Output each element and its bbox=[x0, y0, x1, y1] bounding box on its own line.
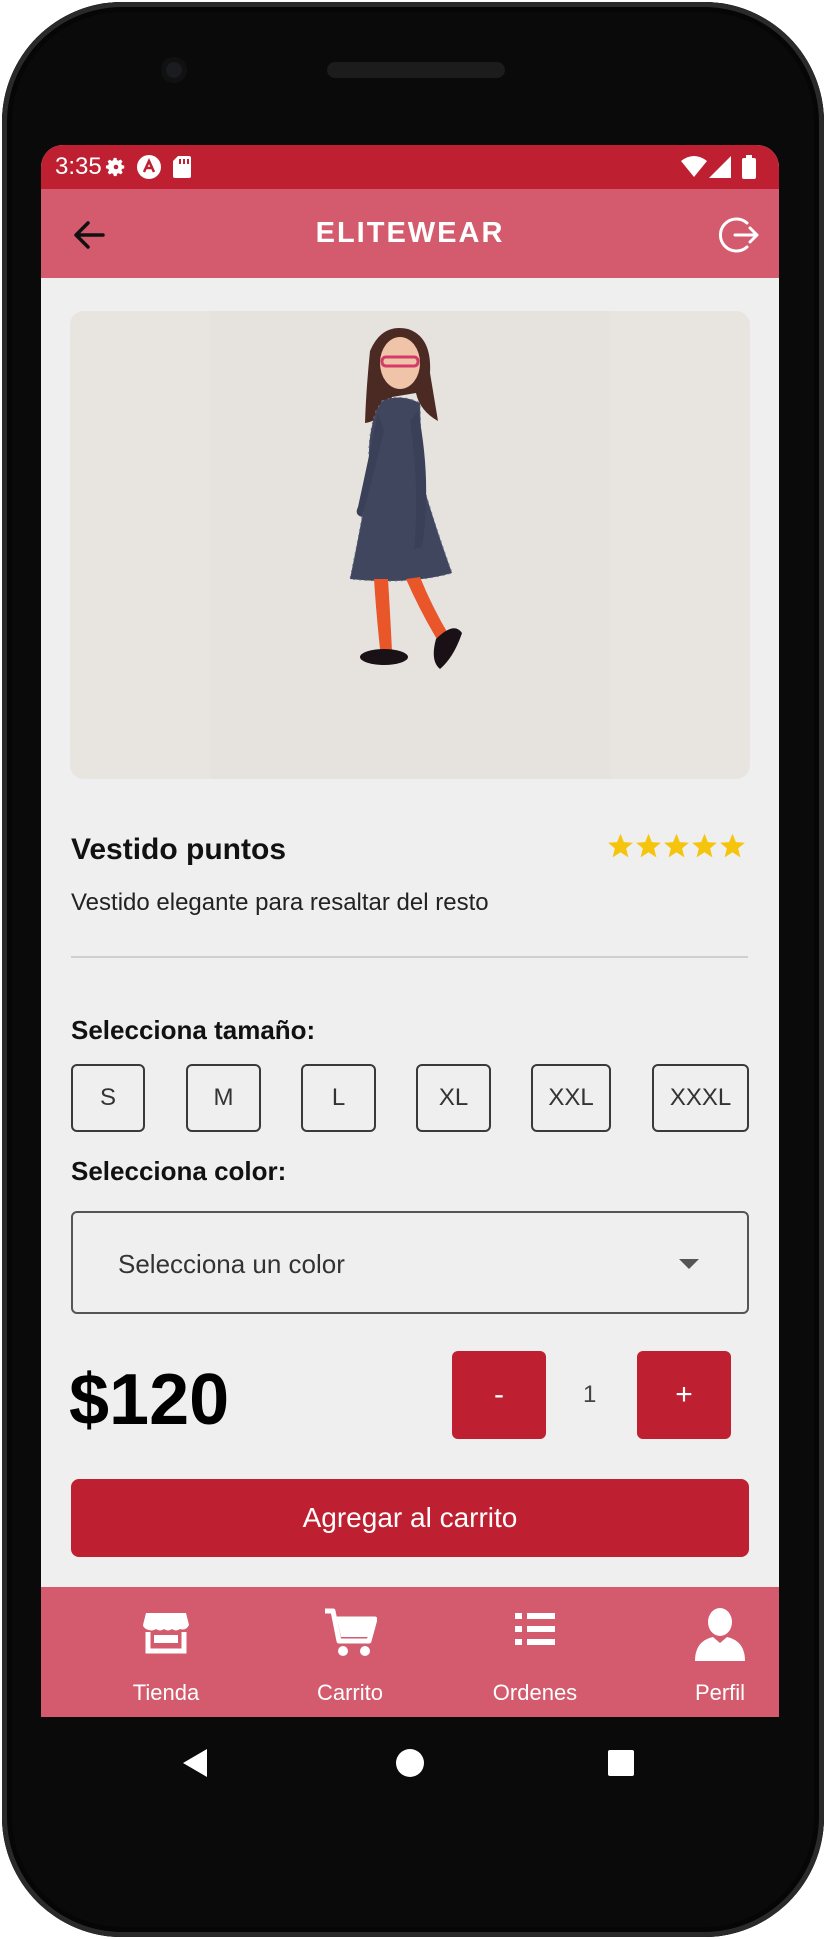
size-option-l[interactable]: L bbox=[301, 1064, 376, 1132]
home-circle-icon[interactable] bbox=[395, 1748, 425, 1778]
bottom-navigation: Tienda Carrito Ordenes Perfil bbox=[41, 1587, 779, 1717]
color-select[interactable]: Selecciona un color bbox=[71, 1211, 749, 1314]
person-icon bbox=[695, 1608, 745, 1661]
quantity-value: 1 bbox=[583, 1381, 597, 1408]
list-icon bbox=[515, 1613, 555, 1645]
app-notification-icon bbox=[135, 154, 163, 180]
system-navigation-bar bbox=[0, 1717, 826, 1817]
nav-item-ordenes[interactable]: Ordenes bbox=[460, 1587, 610, 1717]
increase-quantity-button[interactable]: + bbox=[637, 1351, 731, 1439]
star-icon bbox=[608, 833, 633, 858]
star-icon bbox=[720, 833, 745, 858]
battery-icon bbox=[741, 154, 757, 180]
nav-label-ordenes: Ordenes bbox=[492, 1680, 578, 1705]
rating-stars bbox=[607, 832, 747, 862]
signal-icon bbox=[709, 154, 731, 180]
earpiece-speaker bbox=[327, 62, 505, 78]
app-bar: ELITEWEAR bbox=[41, 189, 779, 278]
star-icon bbox=[664, 833, 689, 858]
decrease-quantity-button[interactable]: - bbox=[452, 1351, 546, 1439]
wifi-icon bbox=[681, 154, 707, 180]
size-option-xl[interactable]: XL bbox=[416, 1064, 491, 1132]
color-select-value: Selecciona un color bbox=[118, 1249, 345, 1279]
cart-icon bbox=[325, 1608, 377, 1656]
product-title: Vestido puntos bbox=[71, 833, 287, 866]
size-label: Selecciona tamaño: bbox=[71, 1015, 316, 1045]
size-option-s[interactable]: S bbox=[71, 1064, 145, 1132]
status-bar: 3:35 bbox=[41, 145, 779, 189]
divider bbox=[71, 956, 748, 958]
chevron-down-icon bbox=[679, 1259, 699, 1269]
nav-item-carrito[interactable]: Carrito bbox=[275, 1587, 425, 1717]
size-option-m[interactable]: M bbox=[186, 1064, 261, 1132]
size-option-xxxl[interactable]: XXXL bbox=[652, 1064, 749, 1132]
product-description: Vestido elegante para resaltar del resto bbox=[71, 889, 489, 916]
star-icon bbox=[692, 833, 717, 858]
size-option-xxl[interactable]: XXL bbox=[531, 1064, 611, 1132]
recents-square-icon[interactable] bbox=[607, 1749, 635, 1777]
sd-card-icon bbox=[171, 154, 193, 180]
color-label: Selecciona color: bbox=[71, 1156, 287, 1186]
front-camera bbox=[161, 57, 187, 83]
logout-icon[interactable] bbox=[717, 213, 761, 257]
back-triangle-icon[interactable] bbox=[181, 1748, 209, 1778]
nav-item-perfil[interactable]: Perfil bbox=[645, 1587, 779, 1717]
product-price: $120 bbox=[69, 1360, 230, 1440]
status-time: 3:35 bbox=[55, 153, 102, 180]
nav-label-carrito: Carrito bbox=[316, 1680, 383, 1705]
add-to-cart-button[interactable]: Agregar al carrito bbox=[71, 1479, 749, 1557]
nav-label-perfil: Perfil bbox=[694, 1680, 746, 1705]
app-title: ELITEWEAR bbox=[315, 217, 505, 249]
nav-item-tienda[interactable]: Tienda bbox=[91, 1587, 241, 1717]
star-icon bbox=[636, 833, 661, 858]
product-image bbox=[70, 311, 750, 779]
store-icon bbox=[143, 1613, 189, 1654]
nav-label-tienda: Tienda bbox=[132, 1680, 200, 1705]
settings-icon bbox=[103, 154, 129, 180]
app-screen: 3:35 ELITEWEAR Vestido puntos Vestido el… bbox=[41, 145, 779, 1717]
